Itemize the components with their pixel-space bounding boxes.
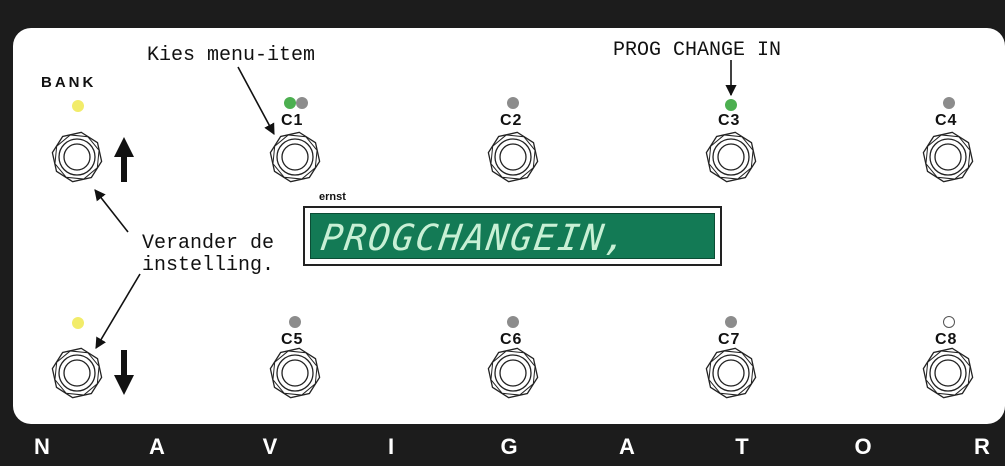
c1-led-green <box>284 97 296 109</box>
c8-footswitch[interactable] <box>916 341 980 405</box>
bank-up-footswitch[interactable] <box>45 125 109 189</box>
c3-footswitch[interactable] <box>699 125 763 189</box>
footer-letter-6: A <box>619 434 635 459</box>
footer-letter-9: R <box>974 434 990 459</box>
setting-up-pointer <box>94 189 129 233</box>
footer-letter-4: I <box>387 434 395 459</box>
switch-layer <box>45 60 980 405</box>
footer-letter-2: A <box>149 434 165 459</box>
footer-letter-3: V <box>262 434 278 459</box>
bank-down-footswitch[interactable] <box>45 341 109 405</box>
footer-letter-5: G <box>500 434 518 459</box>
c6-footswitch[interactable] <box>481 341 545 405</box>
c4-footswitch[interactable] <box>916 125 980 189</box>
c7-footswitch[interactable] <box>699 341 763 405</box>
footer-letter-8: O <box>854 434 872 459</box>
c5-footswitch[interactable] <box>263 341 327 405</box>
footer-letter-1: N <box>34 434 50 459</box>
setting-down-pointer <box>95 273 141 349</box>
select-item-pointer <box>237 66 275 135</box>
footer-letter-7: T <box>735 434 749 459</box>
down-arrow-icon <box>114 350 134 395</box>
c1-footswitch[interactable] <box>263 125 327 189</box>
up-arrow-icon <box>114 137 134 182</box>
c2-footswitch[interactable] <box>481 125 545 189</box>
